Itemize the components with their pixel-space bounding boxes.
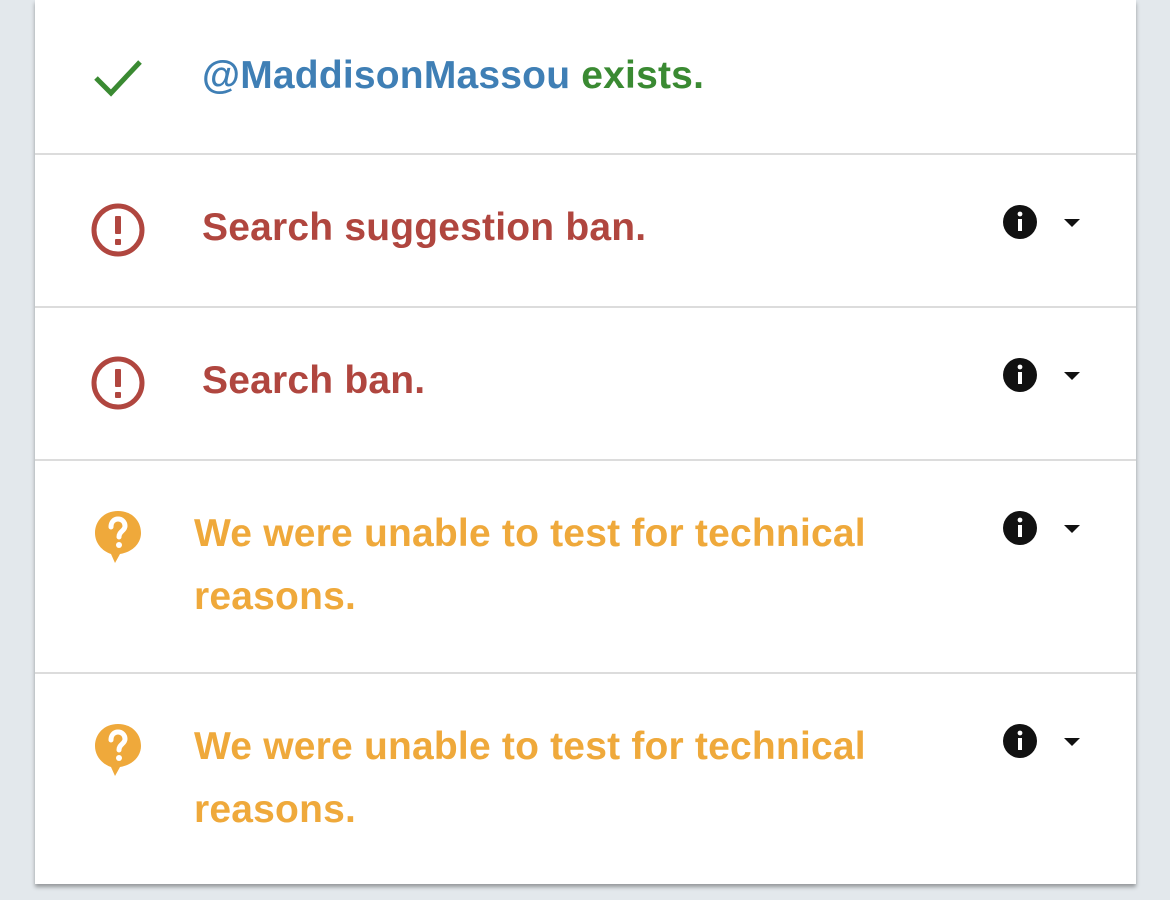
details-toggle-unable-to-test[interactable]: [995, 503, 1095, 553]
chevron-down-icon[interactable]: [1062, 736, 1082, 748]
details-toggle-search-suggestion-ban[interactable]: [995, 197, 1095, 247]
exclamation-circle-icon: [87, 352, 149, 414]
exclamation-circle-icon: [87, 199, 149, 261]
chevron-down-icon[interactable]: [1062, 217, 1082, 229]
result-row-unable-to-test: We were unable to test for technical rea…: [35, 461, 1136, 674]
result-row-search-ban: Search ban.: [35, 308, 1136, 461]
info-icon[interactable]: [1002, 510, 1038, 546]
result-row-search-suggestion-ban: Search suggestion ban.: [35, 155, 1136, 308]
username-handle: @MaddisonMassou: [202, 54, 571, 97]
result-row-exists: @MaddisonMassou exists.: [35, 0, 1136, 155]
info-icon[interactable]: [1002, 723, 1038, 759]
search-suggestion-ban-text: Search suggestion ban.: [202, 206, 647, 249]
unable-to-test-text: We were unable to test for technical rea…: [194, 725, 866, 831]
exists-text: exists.: [581, 54, 705, 97]
check-icon: [87, 46, 149, 108]
result-row-unable-to-test: We were unable to test for technical rea…: [35, 674, 1136, 884]
details-toggle-search-ban[interactable]: [995, 350, 1095, 400]
details-toggle-unable-to-test[interactable]: [995, 716, 1095, 766]
unable-to-test-text: We were unable to test for technical rea…: [194, 512, 866, 618]
search-ban-text: Search ban.: [202, 359, 426, 402]
results-card: @MaddisonMassou exists. Search suggestio…: [35, 0, 1136, 884]
question-bubble-icon: [87, 718, 149, 780]
chevron-down-icon[interactable]: [1062, 523, 1082, 535]
exists-message: @MaddisonMassou exists.: [202, 44, 704, 107]
info-icon[interactable]: [1002, 204, 1038, 240]
question-bubble-icon: [87, 505, 149, 567]
info-icon[interactable]: [1002, 357, 1038, 393]
chevron-down-icon[interactable]: [1062, 370, 1082, 382]
